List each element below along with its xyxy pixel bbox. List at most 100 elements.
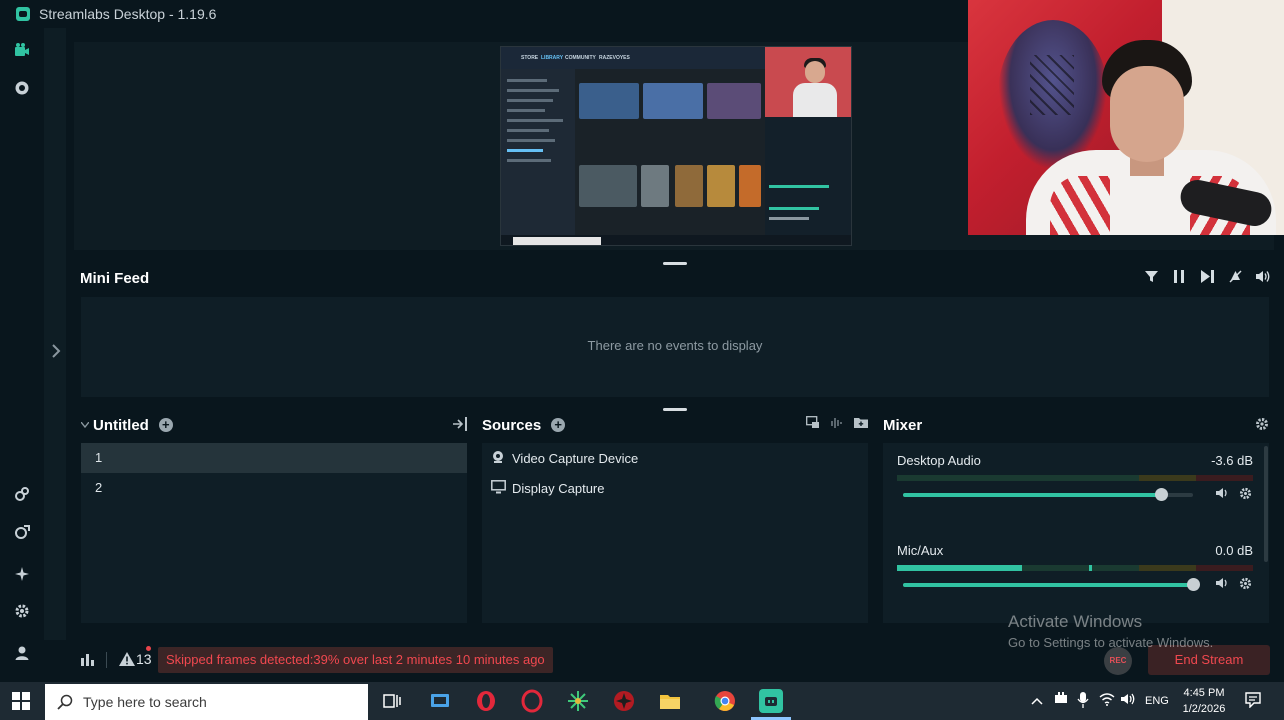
preview-game-tile [707, 83, 761, 119]
audio-source-icon[interactable] [830, 416, 844, 432]
skip-icon[interactable] [1200, 270, 1214, 286]
add-source-icon[interactable]: + [551, 418, 566, 432]
add-scene-icon[interactable]: + [158, 418, 173, 432]
preview-display-capture[interactable]: STORE LIBRARY COMMUNITY RAZEVOYES [500, 46, 852, 246]
monitor-icon [490, 480, 506, 496]
streamlabs-taskbar-icon[interactable] [759, 689, 783, 713]
webcam-overlay [968, 0, 1284, 235]
preview-game-tile [675, 165, 703, 207]
minifeed-toolbar [1144, 270, 1270, 286]
source-item[interactable]: Display Capture [490, 473, 605, 503]
shirt-stripe [1050, 176, 1110, 235]
volume-tray-icon[interactable] [1121, 692, 1137, 711]
performance-chart-icon[interactable] [80, 652, 96, 668]
scene-transitions-icon[interactable] [452, 417, 468, 433]
streamlabs-logo-icon [16, 7, 30, 21]
minifeed-empty-text: There are no events to display [587, 338, 763, 353]
volume-slider[interactable] [903, 578, 1200, 591]
mixer-settings-gear-icon[interactable] [1255, 417, 1269, 431]
media-app-icon[interactable] [612, 689, 636, 713]
volume-slider-knob[interactable] [1155, 488, 1169, 501]
clock-date: 1/2/2026 [1182, 703, 1226, 715]
record-icon[interactable] [13, 80, 31, 98]
add-folder-icon[interactable] [854, 416, 868, 432]
minifeed-title: Mini Feed [80, 270, 150, 287]
preview-library-sidebar [501, 69, 575, 235]
volume-slider-fill [903, 583, 1193, 587]
watermark-line2: Go to Settings to activate Windows. [1008, 635, 1214, 650]
mixer-channel-db: -3.6 dB [1211, 453, 1253, 468]
minifeed-events-list[interactable]: There are no events to display [81, 297, 1269, 397]
scenes-header: Untitled + [80, 414, 173, 436]
scene-item[interactable]: 1 [81, 443, 467, 473]
file-transfer-app-icon[interactable] [428, 689, 452, 713]
input-language[interactable]: ENG [1145, 692, 1169, 710]
search-placeholder: Type here to search [83, 694, 207, 710]
microphone-tray-icon[interactable] [1077, 692, 1089, 713]
webcam-icon [490, 450, 506, 466]
taskbar-search-box[interactable]: Type here to search [45, 684, 368, 720]
volume-slider-fill [903, 493, 1162, 497]
user-icon[interactable] [13, 645, 31, 663]
activate-windows-watermark: Activate Windows Go to Settings to activ… [1008, 612, 1213, 650]
volume-icon[interactable] [1256, 270, 1270, 286]
warning-count: 13 [136, 651, 152, 667]
taskbar-clock[interactable]: 4:45 PM 1/2/2026 [1178, 685, 1230, 717]
mixer-channel-name: Desktop Audio [897, 453, 981, 468]
speaker-mute-icon[interactable] [1215, 577, 1231, 593]
opera-browser-icon[interactable] [520, 689, 544, 713]
mute-alerts-icon[interactable] [1228, 270, 1242, 286]
source-item[interactable]: Video Capture Device [490, 443, 638, 473]
file-explorer-icon[interactable] [658, 689, 682, 713]
mixer-channel-name: Mic/Aux [897, 543, 944, 558]
wifi-icon[interactable] [1099, 692, 1115, 711]
channel-settings-gear-icon[interactable] [1237, 487, 1253, 503]
search-icon [57, 694, 73, 710]
dock-collapse-rail [44, 28, 66, 640]
show-hidden-icons-chevron-icon[interactable] [1031, 692, 1043, 710]
integrations-icon[interactable] [13, 524, 31, 542]
window-title: Streamlabs Desktop - 1.19.6 [39, 6, 217, 22]
record-button[interactable]: REC [1104, 647, 1132, 675]
notification-center-icon[interactable] [1245, 692, 1261, 713]
mixer-scrollbar[interactable] [1264, 446, 1268, 562]
mixer-header: Mixer [883, 414, 922, 436]
minifeed-resize-handle[interactable] [663, 408, 687, 411]
channel-settings-gear-icon[interactable] [1237, 577, 1253, 593]
task-view-icon[interactable] [381, 689, 405, 713]
scene-collection-title[interactable]: Untitled [93, 417, 149, 434]
link-icon[interactable] [13, 486, 31, 504]
skipped-frames-alert[interactable]: Skipped frames detected:39% over last 2 … [158, 647, 553, 673]
watermark-line1: Activate Windows [1008, 612, 1143, 631]
scene-collection-chevron-icon[interactable] [80, 420, 90, 431]
preview-nav-store: STORE [521, 55, 539, 61]
mixer-channel-desktop-audio: Desktop Audio -3.6 dB [897, 453, 1253, 523]
volume-meter [897, 565, 1253, 571]
editor-icon[interactable] [13, 42, 31, 60]
pause-icon[interactable] [1172, 270, 1186, 286]
volume-slider-knob[interactable] [1187, 578, 1200, 591]
sources-title: Sources [482, 416, 542, 434]
windows-start-icon[interactable] [12, 692, 30, 710]
scenes-list[interactable]: 1 2 [81, 443, 467, 623]
gear-icon[interactable] [13, 603, 31, 621]
filter-icon[interactable] [1144, 270, 1158, 286]
notifications-button[interactable]: 13 [119, 651, 152, 667]
mixer-panel: Desktop Audio -3.6 dB Mic/Aux 0.0 dB [883, 443, 1269, 623]
minifeed-header: Mini Feed [66, 262, 1284, 294]
sources-toolbar [806, 416, 868, 432]
preview-game-tile [643, 83, 703, 119]
opera-gx-icon[interactable] [474, 689, 498, 713]
network-app-icon[interactable] [566, 689, 590, 713]
preview-mixer-thumbnail [765, 117, 851, 235]
speaker-mute-icon[interactable] [1215, 487, 1231, 503]
scene-item[interactable]: 2 [81, 473, 467, 503]
preview-game-tile [739, 165, 761, 207]
chrome-icon[interactable] [713, 689, 737, 713]
sources-list[interactable]: Video Capture Device Display Capture [482, 443, 868, 623]
sparkle-icon[interactable] [13, 566, 31, 584]
device-tray-icon[interactable] [1053, 692, 1069, 711]
chevron-right-icon[interactable] [49, 344, 63, 364]
add-display-icon[interactable] [806, 416, 820, 432]
volume-slider[interactable] [903, 488, 1193, 501]
